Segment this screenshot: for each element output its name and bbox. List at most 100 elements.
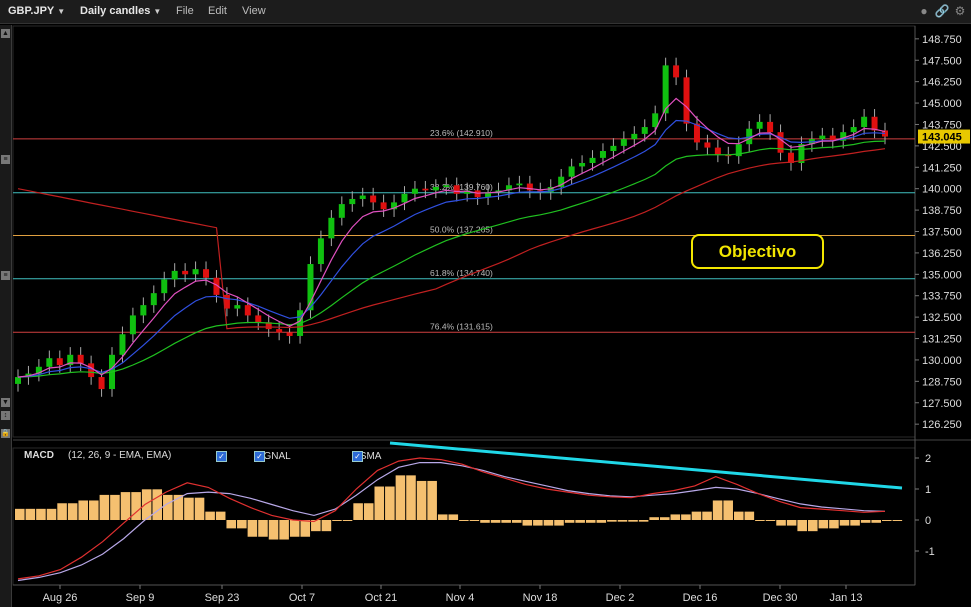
osma-bar [511, 520, 522, 523]
osma-bar [585, 520, 596, 523]
osma-bar [36, 508, 46, 520]
candle-body [88, 363, 95, 378]
checkbox-icon[interactable]: ✓ [352, 451, 363, 462]
link-icon[interactable]: 🔗 [934, 3, 950, 19]
osma-bar [755, 520, 765, 521]
osma-bar [78, 500, 89, 520]
menu-view[interactable]: View [242, 5, 266, 17]
candle-body [756, 121, 763, 129]
candle-body [673, 65, 680, 78]
candle-body [871, 116, 878, 131]
osma-bar [448, 514, 459, 520]
lock-icon[interactable]: 🔒 [1, 429, 10, 438]
candle-body [370, 195, 377, 203]
candle-body [192, 269, 199, 275]
timeframe-selector[interactable]: Daily candles ▼ [80, 5, 161, 17]
checkbox-icon[interactable]: ✓ [216, 451, 227, 462]
candle-body [443, 185, 450, 187]
osma-bar [892, 520, 903, 521]
candle-body [380, 202, 387, 210]
osma-bar [617, 520, 628, 522]
candle-body [631, 133, 638, 140]
osma-bar [501, 520, 511, 523]
price-tick-label: 147.500 [922, 55, 962, 67]
fibonacci-label: 38.2% (139.760) [430, 182, 493, 192]
price-tick-label: 132.500 [922, 312, 962, 324]
osma-bar [437, 514, 448, 520]
osma-bar [607, 520, 617, 522]
osma-bar [882, 520, 892, 521]
pane-handle-icon[interactable]: ≡ [1, 155, 10, 164]
osma-bar [342, 520, 353, 521]
candle-body [276, 329, 283, 333]
osma-bar [416, 480, 427, 520]
osma-bar [215, 511, 226, 520]
macd-tick-label: 0 [925, 515, 931, 527]
osma-bar [564, 520, 575, 523]
candle-body [767, 121, 774, 133]
price-tick-label: 136.250 [922, 248, 962, 260]
osma-bar [628, 520, 638, 522]
circle-icon[interactable]: ● [916, 3, 932, 19]
candle-body [77, 354, 84, 364]
osma-bar [522, 520, 533, 526]
osma-bar [46, 508, 57, 520]
osma-bar [120, 492, 131, 520]
candle-body [171, 270, 178, 280]
price-tick-label: 137.500 [922, 227, 962, 239]
settings-icon[interactable]: ⚙ [952, 3, 968, 19]
date-label: Nov 18 [523, 592, 558, 604]
osma-bar [702, 511, 712, 520]
candle-body [432, 186, 439, 191]
osma-bar [194, 497, 205, 520]
candle-body [474, 190, 481, 198]
osma-bar [533, 520, 543, 526]
osma-bar [765, 520, 776, 521]
candle-body [422, 188, 429, 191]
price-tick-label: 140.000 [922, 184, 962, 196]
osma-bar [818, 520, 829, 529]
candle-body [610, 145, 617, 152]
chart-canvas[interactable]: 148.750147.500146.250145.000143.750142.5… [0, 0, 971, 607]
candle-body [46, 358, 53, 367]
date-label: Dec 2 [606, 592, 635, 604]
osma-bar [871, 520, 881, 523]
candle-body [349, 198, 356, 205]
macd-title: MACD [24, 450, 54, 461]
toolbar: GBP.JPY ▼ Daily candles ▼ File Edit View ●… [0, 0, 971, 24]
osma-bar [786, 520, 797, 526]
osma-bar [850, 520, 860, 526]
osma-bar [776, 520, 786, 526]
checkbox-icon[interactable]: ✓ [254, 451, 265, 462]
osma-bar [268, 520, 279, 540]
scroll-up-icon[interactable]: ▲ [1, 29, 10, 38]
candle-body [150, 293, 157, 306]
osma-bar [554, 520, 564, 526]
osma-bar [543, 520, 554, 526]
osma-bar [723, 500, 733, 520]
osma-bar [744, 511, 755, 520]
osma-bar [860, 520, 871, 523]
price-tick-label: 130.000 [922, 355, 962, 367]
osma-bar [152, 489, 163, 520]
osma-bar [681, 514, 691, 520]
candle-body [307, 264, 314, 311]
objective-annotation[interactable]: Objectivo [691, 234, 824, 269]
osma-bar [406, 475, 416, 520]
osma-bar [237, 520, 247, 529]
candle-body [683, 77, 690, 124]
symbol-selector[interactable]: GBP.JPY ▼ [8, 5, 65, 17]
left-scrollbar[interactable]: ▲ ≡ ≡ ▼ ↕ 🔒 [0, 25, 12, 607]
scroll-down-icon[interactable]: ▼ [1, 398, 10, 407]
osma-bar [258, 520, 268, 537]
osma-bar [279, 520, 289, 540]
menu-edit[interactable]: Edit [208, 5, 227, 17]
osma-bar [670, 514, 681, 520]
menu-file[interactable]: File [176, 5, 194, 17]
date-label: Nov 4 [446, 592, 475, 604]
osma-bar [289, 520, 300, 537]
price-tick-label: 135.000 [922, 269, 962, 281]
zoom-icon[interactable]: ↕ [1, 411, 10, 420]
pane-handle-icon-2[interactable]: ≡ [1, 271, 10, 280]
price-tick-label: 138.750 [922, 205, 962, 217]
